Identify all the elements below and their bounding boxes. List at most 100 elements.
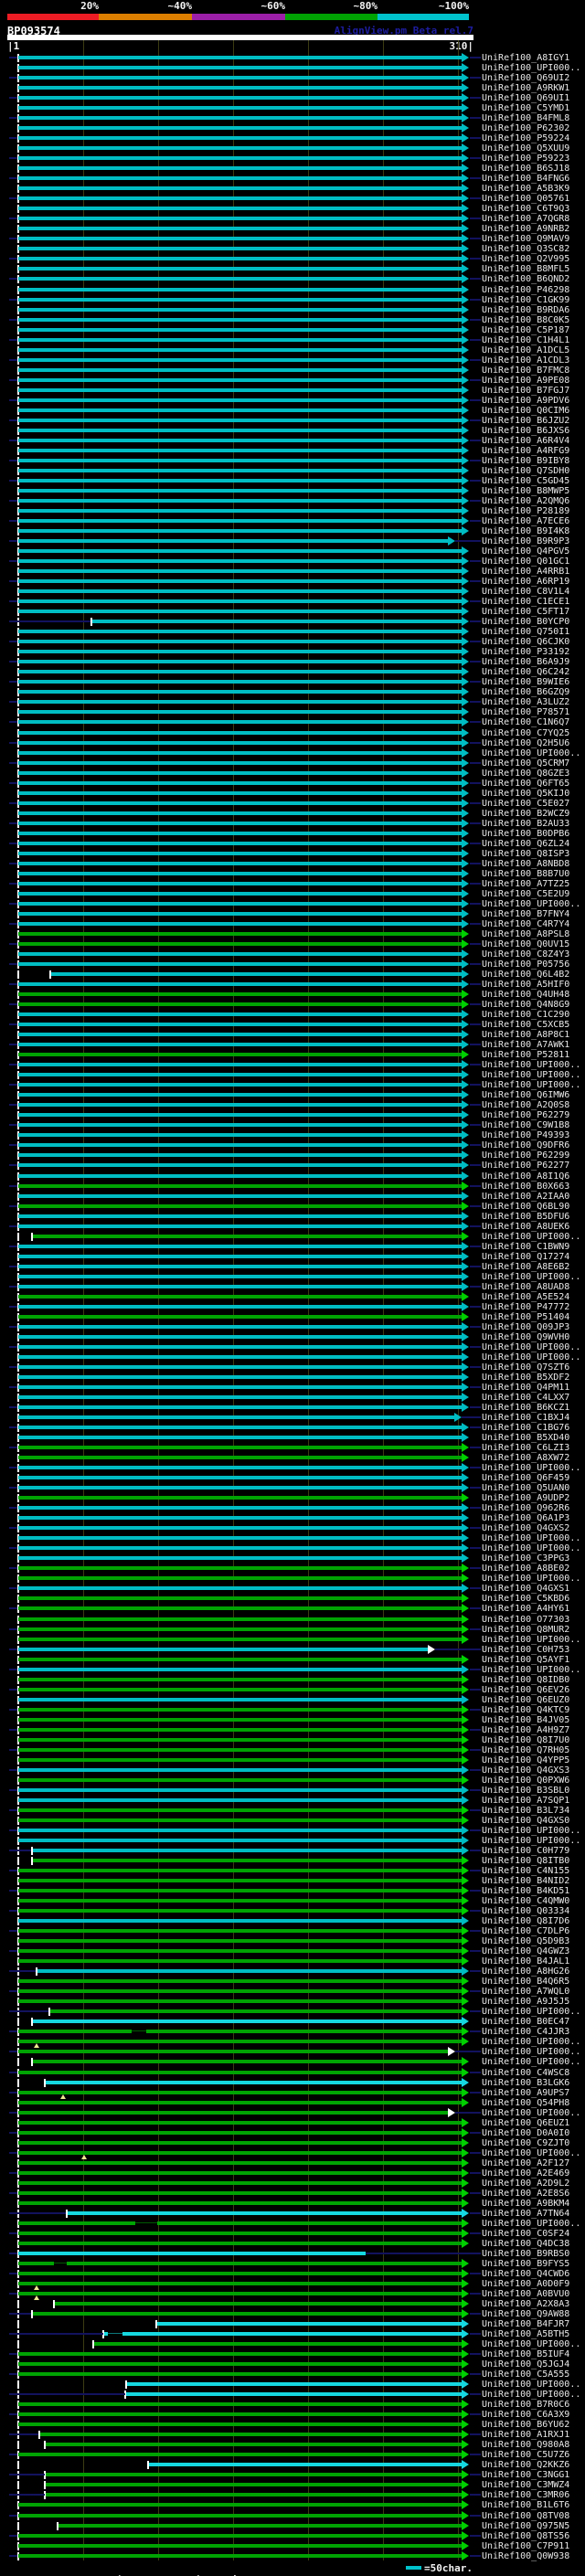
- alignment-row[interactable]: UniRef100_B5DFU6: [0, 1212, 585, 1222]
- hit-label[interactable]: UniRef100_Q4PM11: [482, 1383, 569, 1393]
- hit-label[interactable]: UniRef100_A2IAA0: [482, 1192, 569, 1202]
- hit-label[interactable]: UniRef100_Q8ITB0: [482, 1856, 569, 1866]
- alignment-row[interactable]: UniRef100_A4H9Z7: [0, 1725, 585, 1735]
- hit-label[interactable]: UniRef100_Q8GZE3: [482, 769, 569, 779]
- alignment-row[interactable]: UniRef100_C5U7Z6: [0, 2450, 585, 2460]
- alignment-row[interactable]: UniRef100_A8NBD8: [0, 859, 585, 869]
- hit-label[interactable]: UniRef100_UPI000..: [482, 1543, 580, 1553]
- hit-label[interactable]: UniRef100_UPI000..: [482, 1574, 580, 1584]
- hit-label[interactable]: UniRef100_A8BE02: [482, 1564, 569, 1574]
- alignment-row[interactable]: UniRef100_P62302: [0, 123, 585, 133]
- hit-label[interactable]: UniRef100_Q750I1: [482, 627, 569, 637]
- hit-label[interactable]: UniRef100_B5XD40: [482, 1433, 569, 1443]
- alignment-row[interactable]: UniRef100_C5E2U9: [0, 889, 585, 899]
- hit-label[interactable]: UniRef100_P05756: [482, 959, 569, 970]
- alignment-row[interactable]: UniRef100_A2QMQ6: [0, 496, 585, 506]
- alignment-row[interactable]: UniRef100_C1N6Q7: [0, 717, 585, 727]
- hit-label[interactable]: UniRef100_A7QGR8: [482, 214, 569, 224]
- hit-label[interactable]: UniRef100_C5XCB5: [482, 1020, 569, 1030]
- alignment-row[interactable]: UniRef100_UPI000..: [0, 2108, 585, 2118]
- hit-label[interactable]: UniRef100_C1BXJ4: [482, 1413, 569, 1423]
- hit-label[interactable]: UniRef100_UPI000..: [482, 2339, 580, 2349]
- hit-label[interactable]: UniRef100_Q4GXS1: [482, 1584, 569, 1594]
- alignment-row[interactable]: UniRef100_Q9AW88: [0, 2309, 585, 2319]
- hit-label[interactable]: UniRef100_B6JXS6: [482, 426, 569, 436]
- hit-label[interactable]: UniRef100_A7TN64: [482, 2209, 569, 2219]
- hit-label[interactable]: UniRef100_B6SJ18: [482, 164, 569, 174]
- hit-label[interactable]: UniRef100_UPI000..: [482, 1836, 580, 1846]
- hit-label[interactable]: UniRef100_Q01GC1: [482, 557, 569, 567]
- alignment-row[interactable]: UniRef100_Q0UV15: [0, 939, 585, 949]
- alignment-row[interactable]: UniRef100_A7TN64: [0, 2209, 585, 2219]
- hit-label[interactable]: UniRef100_Q6F459: [482, 1473, 569, 1483]
- hit-label[interactable]: UniRef100_A8PSL8: [482, 929, 569, 939]
- alignment-row[interactable]: UniRef100_C3NGG1: [0, 2470, 585, 2480]
- alignment-row[interactable]: UniRef100_Q4GXS3: [0, 1765, 585, 1776]
- alignment-row[interactable]: UniRef100_B9FYS5: [0, 2259, 585, 2269]
- alignment-row[interactable]: UniRef100_Q4UH48: [0, 990, 585, 1000]
- hit-label[interactable]: UniRef100_Q2KKZ6: [482, 2460, 569, 2470]
- alignment-row[interactable]: UniRef100_A8I1Q6: [0, 1171, 585, 1182]
- alignment-row[interactable]: UniRef100_Q8TS56: [0, 2531, 585, 2541]
- hit-label[interactable]: UniRef100_Q4GXS2: [482, 1523, 569, 1533]
- alignment-row[interactable]: UniRef100_B7FNY4: [0, 909, 585, 919]
- alignment-row[interactable]: UniRef100_O77303: [0, 1615, 585, 1625]
- hit-label[interactable]: UniRef100_A9PE08: [482, 376, 569, 386]
- hit-label[interactable]: UniRef100_C5E2U9: [482, 889, 569, 899]
- alignment-row[interactable]: UniRef100_Q7RH05: [0, 1745, 585, 1755]
- hit-label[interactable]: UniRef100_B5XDF2: [482, 1373, 569, 1383]
- hit-label[interactable]: UniRef100_B9IBY8: [482, 456, 569, 466]
- alignment-row[interactable]: UniRef100_B6KCZ1: [0, 1403, 585, 1413]
- hit-label[interactable]: UniRef100_C7P911: [482, 2541, 569, 2551]
- hit-label[interactable]: UniRef100_Q69UI1: [482, 93, 569, 103]
- hit-label[interactable]: UniRef100_Q69UI2: [482, 73, 569, 83]
- alignment-row[interactable]: UniRef100_C1C290: [0, 1010, 585, 1020]
- alignment-row[interactable]: UniRef100_A7WQL0: [0, 1987, 585, 1997]
- alignment-row[interactable]: UniRef100_B9IBY8: [0, 456, 585, 466]
- hit-label[interactable]: UniRef100_C6A3X9: [482, 2410, 569, 2420]
- alignment-row[interactable]: UniRef100_B3L734: [0, 1806, 585, 1816]
- alignment-row[interactable]: UniRef100_UPI000..: [0, 1070, 585, 1080]
- hit-label[interactable]: UniRef100_UPI000..: [482, 2390, 580, 2400]
- alignment-row[interactable]: UniRef100_Q9DFR6: [0, 1140, 585, 1150]
- alignment-row[interactable]: UniRef100_UPI000..: [0, 1080, 585, 1090]
- alignment-row[interactable]: UniRef100_B0DPB6: [0, 829, 585, 839]
- hit-label[interactable]: UniRef100_C5A555: [482, 2369, 569, 2380]
- hit-label[interactable]: UniRef100_A9UDP2: [482, 1493, 569, 1503]
- alignment-row[interactable]: UniRef100_A5B3K9: [0, 184, 585, 194]
- alignment-row[interactable]: UniRef100_B2AU33: [0, 819, 585, 829]
- hit-label[interactable]: UniRef100_Q8IDB0: [482, 1675, 569, 1685]
- hit-label[interactable]: UniRef100_B7FGJ7: [482, 386, 569, 396]
- hit-label[interactable]: UniRef100_A9UPS7: [482, 2088, 569, 2098]
- hit-label[interactable]: UniRef100_UPI000..: [482, 748, 580, 758]
- alignment-row[interactable]: UniRef100_UPI000..: [0, 1272, 585, 1282]
- alignment-row[interactable]: UniRef100_B3SBL0: [0, 1786, 585, 1796]
- alignment-row[interactable]: UniRef100_Q5KIJ0: [0, 789, 585, 799]
- alignment-row[interactable]: UniRef100_B7R0C6: [0, 2400, 585, 2410]
- alignment-row[interactable]: UniRef100_Q2H5U6: [0, 738, 585, 748]
- alignment-row[interactable]: UniRef100_C6A3X9: [0, 2410, 585, 2420]
- hit-label[interactable]: UniRef100_C5E027: [482, 799, 569, 809]
- hit-label[interactable]: UniRef100_Q4GXS3: [482, 1765, 569, 1776]
- hit-label[interactable]: UniRef100_B7FNY4: [482, 909, 569, 919]
- alignment-row[interactable]: UniRef100_B8MWP5: [0, 486, 585, 496]
- alignment-row[interactable]: UniRef100_C1H4L1: [0, 335, 585, 345]
- hit-label[interactable]: UniRef100_A2QMQ6: [482, 496, 569, 506]
- hit-label[interactable]: UniRef100_Q4UH48: [482, 990, 569, 1000]
- alignment-row[interactable]: UniRef100_UPI000..: [0, 2037, 585, 2047]
- alignment-row[interactable]: UniRef100_B4KD51: [0, 1886, 585, 1896]
- alignment-row[interactable]: UniRef100_Q17274: [0, 1252, 585, 1262]
- alignment-row[interactable]: UniRef100_B4JAL1: [0, 1956, 585, 1966]
- hit-label[interactable]: UniRef100_B3L734: [482, 1806, 569, 1816]
- hit-label[interactable]: UniRef100_Q9DFR6: [482, 1140, 569, 1150]
- hit-label[interactable]: UniRef100_P51404: [482, 1312, 569, 1322]
- alignment-row[interactable]: UniRef100_A9BKM4: [0, 2199, 585, 2209]
- hit-label[interactable]: UniRef100_B8MFL5: [482, 264, 569, 274]
- alignment-row[interactable]: UniRef100_A0BVU0: [0, 2289, 585, 2299]
- alignment-row[interactable]: UniRef100_Q8I7U0: [0, 1735, 585, 1745]
- alignment-row[interactable]: UniRef100_A2E469: [0, 2168, 585, 2178]
- hit-label[interactable]: UniRef100_Q8ISP3: [482, 849, 569, 859]
- hit-label[interactable]: UniRef100_UPI000..: [482, 2047, 580, 2057]
- hit-label[interactable]: UniRef100_UPI000..: [482, 1342, 580, 1352]
- hit-label[interactable]: UniRef100_Q09JP3: [482, 1322, 569, 1332]
